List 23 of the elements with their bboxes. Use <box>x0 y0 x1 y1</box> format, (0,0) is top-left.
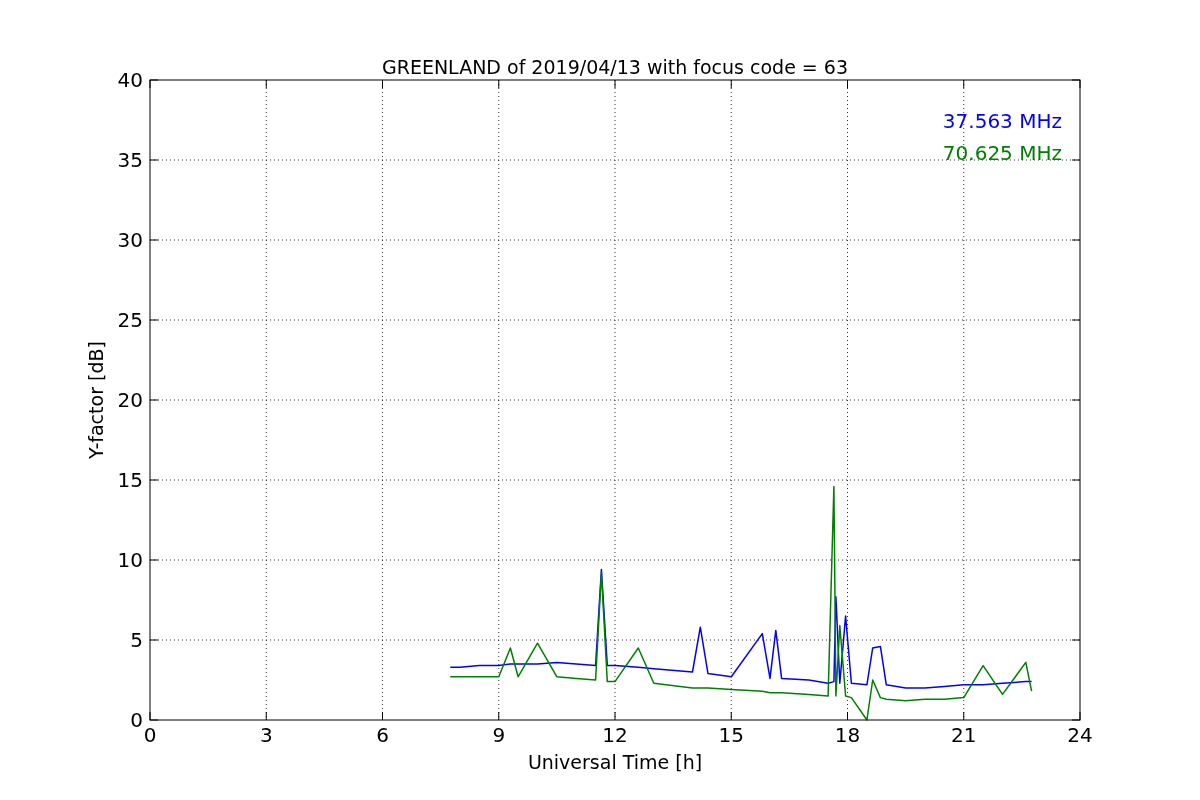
x-axis-label: Universal Time [h] <box>527 751 703 773</box>
tick-label: 0 <box>143 723 157 747</box>
y-axis-label: Y-factor [dB] <box>85 341 107 459</box>
legend-label: 37.563 MHz <box>942 109 1062 133</box>
tick-label: 10 <box>117 548 143 572</box>
tick-label: 12 <box>602 723 628 747</box>
tick-label: 30 <box>117 228 143 252</box>
legend-label: 70.625 MHz <box>942 141 1062 165</box>
tick-label: 18 <box>834 723 861 747</box>
tick-label: 15 <box>718 723 744 747</box>
tick-label: 15 <box>117 468 143 492</box>
tick-label: 5 <box>130 628 143 652</box>
tick-label: 6 <box>376 723 389 747</box>
tick-label: 21 <box>951 723 977 747</box>
tick-label: 25 <box>117 308 143 332</box>
chart-title: GREENLAND of 2019/04/13 with focus code = 63 <box>382 56 848 78</box>
tick-label: 40 <box>117 68 143 92</box>
tick-label: 3 <box>259 723 273 747</box>
tick-label: 35 <box>117 148 143 172</box>
tick-label: 0 <box>130 708 143 732</box>
tick-label: 24 <box>1067 723 1093 747</box>
tick-label: 9 <box>492 723 506 747</box>
tick-label: 20 <box>117 388 143 412</box>
